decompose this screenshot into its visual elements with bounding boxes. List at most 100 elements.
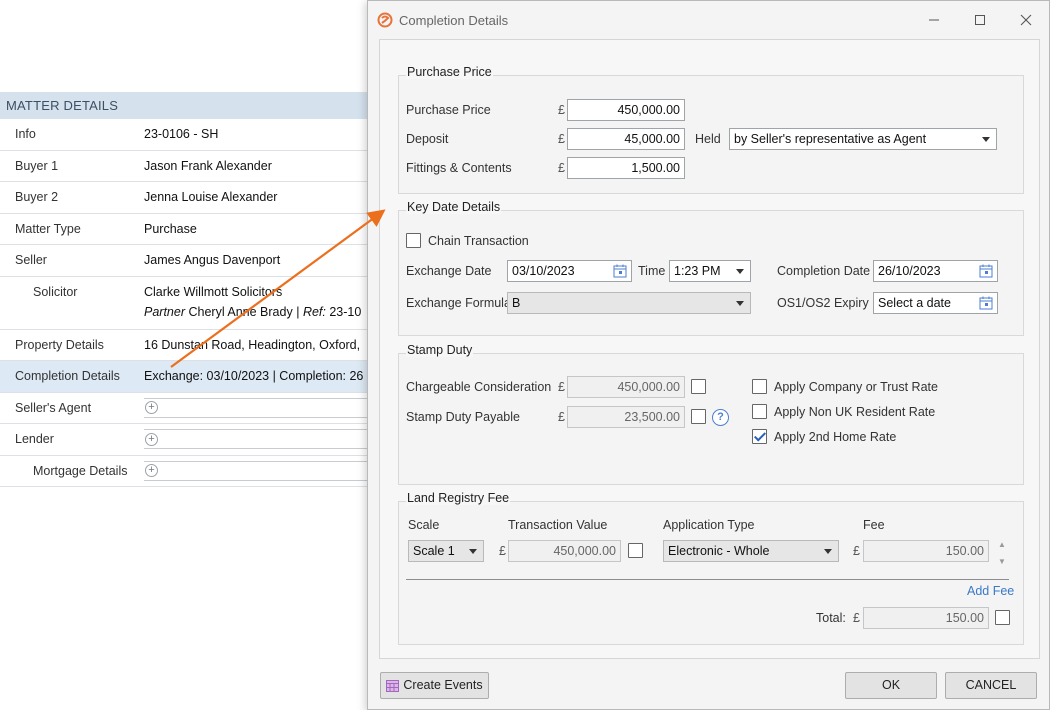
currency-symbol: £ [558,161,565,175]
add-mortgage-field[interactable]: + [144,460,380,481]
row-value: Exchange: 03/10/2023 | Completion: 26 [144,369,364,384]
application-type-value: Electronic - Whole [668,544,770,558]
dialog-content: Purchase Price Purchase Price £ 450,000.… [379,39,1040,659]
total-input: 150.00 [863,607,989,629]
transaction-override-checkbox[interactable] [628,543,643,558]
matter-row-buyer-1[interactable]: Buyer 1 Jason Frank Alexander [0,151,380,182]
ok-button[interactable]: OK [845,672,937,699]
create-events-button[interactable]: Create Events [380,672,489,699]
col-header-type: Application Type [663,518,755,532]
add-fee-link[interactable]: Add Fee [967,584,1014,598]
exchange-date-value: 03/10/2023 [512,264,575,278]
held-select[interactable]: by Seller's representative as Agent [729,128,997,150]
fittings-label: Fittings & Contents [406,161,512,175]
matter-row-lender[interactable]: Lender + [0,424,380,456]
second-home-checkbox[interactable] [752,429,767,444]
row-label: Solicitor [33,284,78,299]
calendar-icon[interactable] [979,296,993,310]
contact-name: Cheryl Anne Brady [188,304,293,319]
matter-row-info[interactable]: Info 23-0106 - SH [0,119,380,151]
consideration-override-checkbox[interactable] [691,379,706,394]
matter-row-seller[interactable]: Seller James Angus Davenport [0,245,380,277]
row-label: Matter Type [15,221,81,236]
nonuk-rate-label: Apply Non UK Resident Rate [774,405,936,419]
group-label: Key Date Details [406,200,502,214]
stamp-duty-group: Stamp Duty Chargeable Consideration £ 45… [398,343,1024,485]
add-lender-field[interactable]: + [144,429,380,450]
help-icon[interactable]: ? [712,409,729,426]
application-type-select[interactable]: Electronic - Whole [663,540,839,562]
matter-row-completion-details[interactable]: Completion Details Exchange: 03/10/2023 … [0,361,380,393]
fee-scrollbar[interactable]: ▲ ▼ [995,536,1009,572]
col-header-scale: Scale [408,518,440,532]
completion-date-label: Completion Date [777,264,871,278]
matter-details-panel: MATTER DETAILS Info 23-0106 - SH Buyer 1… [0,92,380,487]
create-events-label: Create Events [403,678,483,692]
completion-date-input[interactable]: 26/10/2023 [873,260,998,282]
row-label: Info [15,127,36,142]
payable-override-checkbox[interactable] [691,409,706,424]
add-icon[interactable]: + [145,401,158,415]
purchase-price-group: Purchase Price Purchase Price £ 450,000.… [398,65,1024,194]
chain-transaction-checkbox[interactable] [406,233,421,248]
row-value: Clarke Willmott Solicitors Partner Chery… [144,285,380,319]
matter-row-property-details[interactable]: Property Details 16 Dunstan Road, Headin… [0,330,380,361]
company-rate-checkbox[interactable] [752,379,767,394]
row-label: Property Details [15,337,104,352]
solicitor-firm: Clarke Willmott Solicitors [144,284,283,299]
cancel-button[interactable]: CANCEL [945,672,1037,699]
row-label: Buyer 2 [15,190,59,205]
scale-value: Scale 1 [413,544,455,558]
purchase-price-label: Purchase Price [406,103,491,117]
add-sellers-agent-field[interactable]: + [144,397,380,418]
chain-transaction-label: Chain Transaction [428,234,529,248]
calendar-icon[interactable] [613,264,627,278]
exchange-formula-select[interactable]: B [507,292,751,314]
scale-select[interactable]: Scale 1 [408,540,484,562]
row-label: Completion Details [15,369,120,384]
group-label: Stamp Duty [406,343,474,357]
maximize-icon[interactable] [957,1,1003,39]
add-icon[interactable]: + [145,432,158,446]
minimize-icon[interactable] [911,1,957,39]
chevron-down-icon [824,549,832,554]
time-select[interactable]: 1:23 PM [669,260,751,282]
row-label: Seller's Agent [15,400,92,415]
row-label: Seller [15,253,47,268]
contact-separator: | [296,304,300,319]
currency-symbol: £ [558,103,565,117]
os-expiry-input[interactable]: Select a date [873,292,998,314]
dialog-titlebar: Completion Details [368,1,1049,39]
matter-row-sellers-agent[interactable]: Seller's Agent + [0,393,380,424]
total-label: Total: [816,611,846,625]
deposit-input[interactable]: 45,000.00 [567,128,685,150]
os-expiry-label: OS1/OS2 Expiry [777,296,869,310]
row-value: Purchase [144,221,197,236]
matter-details-header: MATTER DETAILS [0,92,380,119]
contact-role: Partner [144,304,185,319]
chevron-down-icon [982,137,990,142]
purchase-price-input[interactable]: 450,000.00 [567,99,685,121]
currency-symbol: £ [853,544,860,558]
col-header-fee: Fee [863,518,885,532]
matter-row-solicitor[interactable]: Solicitor Clarke Willmott Solicitors Par… [0,277,380,330]
nonuk-rate-checkbox[interactable] [752,404,767,419]
payable-label: Stamp Duty Payable [406,410,520,424]
matter-row-buyer-2[interactable]: Buyer 2 Jenna Louise Alexander [0,182,380,214]
chevron-down-icon [736,301,744,306]
matter-row-matter-type[interactable]: Matter Type Purchase [0,214,380,245]
total-override-checkbox[interactable] [995,610,1010,625]
completion-details-dialog: Completion Details Purchase Price Purcha… [367,0,1050,710]
exchange-date-input[interactable]: 03/10/2023 [507,260,632,282]
matter-row-mortgage-details[interactable]: Mortgage Details + [0,456,380,487]
time-value: 1:23 PM [674,264,721,278]
group-label: Purchase Price [406,65,493,79]
divider [406,579,1009,580]
row-value: 16 Dunstan Road, Headington, Oxford, [144,337,361,352]
calendar-icon[interactable] [979,264,993,278]
close-icon[interactable] [1003,1,1049,39]
land-registry-group: Land Registry Fee Scale Transaction Valu… [398,491,1024,645]
fittings-input[interactable]: 1,500.00 [567,157,685,179]
add-icon[interactable]: + [145,464,158,478]
currency-symbol: £ [558,132,565,146]
